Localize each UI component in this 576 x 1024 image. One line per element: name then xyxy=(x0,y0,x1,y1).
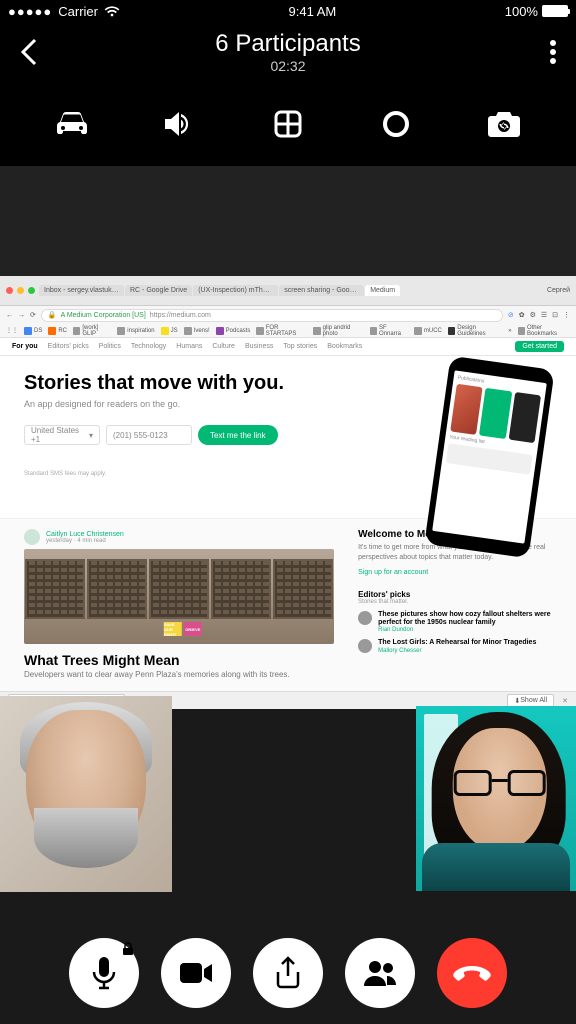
battery-percentage: 100% xyxy=(505,4,538,19)
clock: 9:41 AM xyxy=(289,4,337,19)
author-avatar xyxy=(24,529,40,545)
mute-button[interactable] xyxy=(69,938,139,1008)
carrier-label: Carrier xyxy=(58,4,98,19)
screen-share-view[interactable]: Inbox - sergey.vlastuk@ring… RC - Google… xyxy=(0,166,576,696)
call-header: 6 Participants 02:32 xyxy=(0,22,576,82)
record-button[interactable] xyxy=(378,106,414,142)
post-image: SAVE OUR RIGHTGRIEVE xyxy=(24,549,334,644)
video-button[interactable] xyxy=(161,938,231,1008)
country-select: United States +1 ▾ xyxy=(24,425,100,445)
more-options-button[interactable] xyxy=(550,40,556,64)
participant-video-1[interactable] xyxy=(0,696,172,892)
wifi-icon xyxy=(104,5,120,17)
medium-nav: For you Editors' picks Politics Technolo… xyxy=(0,338,576,356)
grid-view-button[interactable] xyxy=(270,106,306,142)
post-excerpt: Developers want to clear away Penn Plaza… xyxy=(24,670,334,679)
bookmark-bar: ⋮⋮ DS RC [work] GLIP inspiration JS Iven… xyxy=(0,324,576,338)
text-link-button: Text me the link xyxy=(198,425,278,445)
driving-mode-button[interactable] xyxy=(54,106,90,142)
participants-button[interactable] xyxy=(345,938,415,1008)
share-button[interactable] xyxy=(253,938,323,1008)
phone-input: (201) 555-0123 xyxy=(106,425,192,445)
call-controls xyxy=(0,922,576,1024)
status-bar: ●●●●● Carrier 9:41 AM 100% xyxy=(0,0,576,22)
participants-count: 6 Participants xyxy=(215,30,360,58)
hero-title: Stories that move with you. xyxy=(24,372,372,395)
end-call-button[interactable] xyxy=(437,938,507,1008)
battery-icon xyxy=(542,5,568,17)
call-toolbar xyxy=(0,82,576,166)
call-duration: 02:32 xyxy=(215,58,360,74)
phone-mockup: Publications Your reading list xyxy=(392,372,552,502)
hero-subtitle: An app designed for readers on the go. xyxy=(24,399,372,409)
browser-tab-bar: Inbox - sergey.vlastuk@ring… RC - Google… xyxy=(0,276,576,306)
browser-url-bar: ←→⟳ 🔒A Medium Corporation [US]https://me… xyxy=(0,306,576,324)
participant-video-2[interactable] xyxy=(416,706,576,891)
post-title: What Trees Might Mean xyxy=(24,652,334,668)
back-button[interactable] xyxy=(20,38,38,66)
speaker-button[interactable] xyxy=(162,106,198,142)
signal-strength: ●●●●● xyxy=(8,4,52,19)
switch-camera-button[interactable] xyxy=(486,106,522,142)
lock-icon xyxy=(121,942,135,956)
